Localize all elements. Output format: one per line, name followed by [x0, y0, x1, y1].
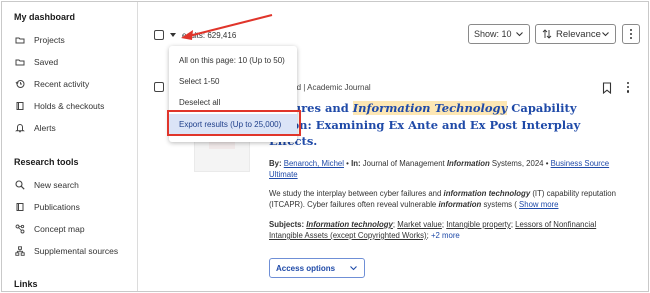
sidebar-item-label: Holds & checkouts	[34, 101, 105, 111]
book-icon	[14, 100, 26, 112]
caret-down-icon	[170, 33, 176, 37]
sidebar-item-supplemental-sources[interactable]: Supplemental sources	[14, 243, 118, 259]
chevron-down-icon	[602, 32, 609, 37]
meta-separator: |	[303, 83, 306, 92]
subjects-more-link[interactable]: +2 more	[431, 231, 460, 240]
select-all-checkbox[interactable]	[154, 30, 164, 40]
byline-separator: •	[545, 159, 549, 168]
result-checkbox[interactable]	[154, 82, 164, 92]
menu-item-select-1-50[interactable]: Select 1-50	[169, 71, 297, 91]
search-icon	[14, 179, 26, 191]
sidebar-item-label: Concept map	[34, 224, 85, 234]
sidebar-item-new-search[interactable]: New search	[14, 177, 79, 193]
result-more-options-button[interactable]	[625, 82, 631, 96]
abstract-text: We study the interplay between cyber fai…	[269, 189, 444, 198]
book-icon	[14, 201, 26, 213]
show-per-page-select[interactable]: Show: 10	[468, 24, 530, 44]
menu-item-deselect-all[interactable]: Deselect all	[169, 92, 297, 112]
result-title-link[interactable]: Failures and Information Technology Capa…	[269, 100, 614, 150]
sidebar-item-projects[interactable]: Projects	[14, 32, 65, 48]
dot	[630, 37, 632, 39]
author-link[interactable]: Benaroch, Michel	[284, 159, 344, 168]
history-icon	[14, 78, 26, 90]
sidebar: My dashboard Projects Saved Recent activ…	[2, 2, 138, 291]
sort-icon	[542, 29, 552, 39]
show-per-page-value: Show: 10	[474, 29, 512, 39]
sidebar-item-alerts[interactable]: Alerts	[14, 120, 56, 136]
dot	[630, 29, 632, 31]
byline-separator: •	[346, 159, 349, 168]
sidebar-item-label: New search	[34, 180, 79, 190]
sort-select[interactable]: Relevance	[535, 24, 616, 44]
sidebar-item-saved[interactable]: Saved	[14, 54, 58, 70]
abstract-keyword: information	[438, 200, 482, 209]
sidebar-item-label: Publications	[34, 202, 80, 212]
journal-suffix: Systems, 2024	[489, 159, 544, 168]
title-line: tation: Examining Ex Ante and Ex Post In…	[269, 117, 581, 132]
sidebar-item-label: Saved	[34, 57, 59, 67]
abstract-keyword: information technology	[443, 189, 531, 198]
chevron-down-icon	[350, 266, 357, 271]
result-byline: By: Benaroch, Michel • In: Journal of Ma…	[269, 158, 614, 180]
subjects-label: Subjects:	[269, 220, 305, 229]
dot	[626, 90, 630, 93]
folder-icon	[14, 34, 26, 46]
sidebar-item-label: Alerts	[34, 123, 56, 133]
title-highlight: Information Technology	[352, 101, 508, 115]
subject-link[interactable]: Market value	[397, 220, 442, 229]
dot	[630, 33, 632, 35]
title-part: Capability	[507, 101, 577, 115]
subject-link[interactable]: Information technology	[306, 220, 393, 229]
document-type: Academic Journal	[307, 83, 371, 92]
results-count: esults: 629,416	[182, 31, 237, 40]
subject-link[interactable]: Intangible property	[446, 220, 511, 229]
bookmark-icon[interactable]	[602, 82, 612, 94]
in-label: In:	[351, 159, 361, 168]
access-options-button[interactable]: Access options	[269, 258, 365, 278]
sort-value: Relevance	[556, 28, 601, 40]
sidebar-item-label: Projects	[34, 35, 65, 45]
access-options-label: Access options	[276, 263, 336, 273]
sidebar-item-holds-checkouts[interactable]: Holds & checkouts	[14, 98, 104, 114]
network-icon	[14, 245, 26, 257]
sidebar-item-label: Supplemental sources	[34, 246, 119, 256]
chevron-down-icon	[516, 32, 523, 37]
dot	[626, 82, 630, 85]
sidebar-heading-dashboard: My dashboard	[14, 12, 76, 22]
sidebar-item-publications[interactable]: Publications	[14, 199, 80, 215]
sidebar-item-concept-map[interactable]: Concept map	[14, 221, 85, 237]
annotation-highlight-box	[167, 110, 301, 136]
concept-map-icon	[14, 223, 26, 235]
abstract-text: systems (	[481, 200, 517, 209]
result-subjects: Subjects: Information technology; Market…	[269, 220, 597, 240]
more-options-button[interactable]	[622, 24, 640, 44]
by-label: By:	[269, 159, 282, 168]
dot	[626, 86, 630, 89]
show-more-link[interactable]: Show more	[519, 200, 558, 209]
sidebar-heading-links: Links	[14, 279, 38, 289]
bell-icon	[14, 122, 26, 134]
sidebar-item-label: Recent activity	[34, 79, 90, 89]
app-window: My dashboard Projects Saved Recent activ…	[1, 1, 649, 292]
menu-item-select-page[interactable]: All on this page: 10 (Up to 50)	[169, 50, 297, 70]
result-abstract: We study the interplay between cyber fai…	[269, 188, 617, 210]
journal-prefix: Journal of Management	[362, 159, 447, 168]
sidebar-item-recent-activity[interactable]: Recent activity	[14, 76, 89, 92]
folder-icon	[14, 56, 26, 68]
select-options-dropdown-button[interactable]	[168, 29, 178, 41]
sidebar-heading-research-tools: Research tools	[14, 157, 79, 167]
journal-keyword: Information	[446, 159, 490, 168]
